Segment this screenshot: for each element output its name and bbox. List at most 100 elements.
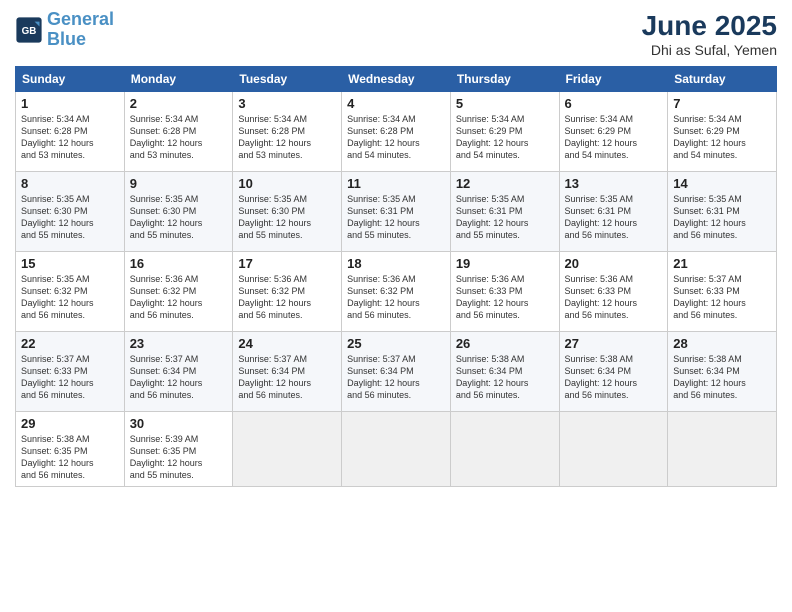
day-info: Sunrise: 5:36 AMSunset: 6:32 PMDaylight:…	[238, 273, 336, 322]
table-row: 3 Sunrise: 5:34 AMSunset: 6:28 PMDaylight…	[233, 92, 342, 172]
day-info: Sunrise: 5:35 AMSunset: 6:31 PMDaylight:…	[565, 193, 663, 242]
day-number: 10	[238, 176, 336, 191]
day-info: Sunrise: 5:34 AMSunset: 6:28 PMDaylight:…	[347, 113, 445, 162]
calendar-week-1: 1 Sunrise: 5:34 AMSunset: 6:28 PMDaylight…	[16, 92, 777, 172]
col-saturday: Saturday	[668, 67, 777, 92]
table-row: 7 Sunrise: 5:34 AMSunset: 6:29 PMDaylight…	[668, 92, 777, 172]
day-info: Sunrise: 5:38 AMSunset: 6:34 PMDaylight:…	[456, 353, 554, 402]
day-number: 4	[347, 96, 445, 111]
day-number: 7	[673, 96, 771, 111]
table-row: 4 Sunrise: 5:34 AMSunset: 6:28 PMDaylight…	[342, 92, 451, 172]
table-row: 24 Sunrise: 5:37 AMSunset: 6:34 PMDayligh…	[233, 332, 342, 412]
table-row: 22 Sunrise: 5:37 AMSunset: 6:33 PMDayligh…	[16, 332, 125, 412]
table-row	[559, 412, 668, 487]
location: Dhi as Sufal, Yemen	[642, 42, 777, 58]
table-row: 8Sunrise: 5:35 AMSunset: 6:30 PMDaylight…	[16, 172, 125, 252]
title-block: June 2025 Dhi as Sufal, Yemen	[642, 10, 777, 58]
table-row: 2 Sunrise: 5:34 AMSunset: 6:28 PMDaylight…	[124, 92, 233, 172]
day-number: 17	[238, 256, 336, 271]
table-row: 20 Sunrise: 5:36 AMSunset: 6:33 PMDayligh…	[559, 252, 668, 332]
calendar-week-5: 29Sunrise: 5:38 AMSunset: 6:35 PMDayligh…	[16, 412, 777, 487]
col-sunday: Sunday	[16, 67, 125, 92]
day-info: Sunrise: 5:37 AMSunset: 6:34 PMDaylight:…	[238, 353, 336, 402]
day-info: Sunrise: 5:34 AMSunset: 6:28 PMDaylight:…	[238, 113, 336, 162]
day-info: Sunrise: 5:35 AMSunset: 6:31 PMDaylight:…	[347, 193, 445, 242]
table-row: 15 Sunrise: 5:35 AMSunset: 6:32 PMDayligh…	[16, 252, 125, 332]
day-number: 20	[565, 256, 663, 271]
table-row: 29Sunrise: 5:38 AMSunset: 6:35 PMDayligh…	[16, 412, 125, 487]
table-row: 12 Sunrise: 5:35 AMSunset: 6:31 PMDayligh…	[450, 172, 559, 252]
table-row: 1 Sunrise: 5:34 AMSunset: 6:28 PMDaylight…	[16, 92, 125, 172]
day-info: Sunrise: 5:34 AMSunset: 6:29 PMDaylight:…	[673, 113, 771, 162]
table-row: 16Sunrise: 5:36 AMSunset: 6:32 PMDayligh…	[124, 252, 233, 332]
table-row: 17 Sunrise: 5:36 AMSunset: 6:32 PMDayligh…	[233, 252, 342, 332]
calendar-table: Sunday Monday Tuesday Wednesday Thursday…	[15, 66, 777, 487]
day-info: Sunrise: 5:37 AMSunset: 6:34 PMDaylight:…	[347, 353, 445, 402]
day-number: 19	[456, 256, 554, 271]
day-number: 24	[238, 336, 336, 351]
calendar-week-4: 22 Sunrise: 5:37 AMSunset: 6:33 PMDayligh…	[16, 332, 777, 412]
day-info: Sunrise: 5:39 AMSunset: 6:35 PMDaylight:…	[130, 433, 228, 482]
day-number: 12	[456, 176, 554, 191]
table-row: 10Sunrise: 5:35 AMSunset: 6:30 PMDayligh…	[233, 172, 342, 252]
day-info: Sunrise: 5:36 AMSunset: 6:33 PMDaylight:…	[565, 273, 663, 322]
day-info: Sunrise: 5:35 AMSunset: 6:31 PMDaylight:…	[456, 193, 554, 242]
calendar-header-row: Sunday Monday Tuesday Wednesday Thursday…	[16, 67, 777, 92]
day-info: Sunrise: 5:37 AMSunset: 6:34 PMDaylight:…	[130, 353, 228, 402]
day-number: 2	[130, 96, 228, 111]
day-number: 13	[565, 176, 663, 191]
logo-blue: Blue	[47, 29, 86, 49]
table-row: 30 Sunrise: 5:39 AMSunset: 6:35 PMDayligh…	[124, 412, 233, 487]
day-info: Sunrise: 5:34 AMSunset: 6:28 PMDaylight:…	[21, 113, 119, 162]
table-row: 25 Sunrise: 5:37 AMSunset: 6:34 PMDayligh…	[342, 332, 451, 412]
logo-general: General	[47, 9, 114, 29]
table-row: 26Sunrise: 5:38 AMSunset: 6:34 PMDayligh…	[450, 332, 559, 412]
day-info: Sunrise: 5:34 AMSunset: 6:28 PMDaylight:…	[130, 113, 228, 162]
month-title: June 2025	[642, 10, 777, 42]
day-info: Sunrise: 5:35 AMSunset: 6:30 PMDaylight:…	[130, 193, 228, 242]
table-row: 18Sunrise: 5:36 AMSunset: 6:32 PMDayligh…	[342, 252, 451, 332]
day-info: Sunrise: 5:37 AMSunset: 6:33 PMDaylight:…	[21, 353, 119, 402]
day-number: 27	[565, 336, 663, 351]
day-info: Sunrise: 5:38 AMSunset: 6:34 PMDaylight:…	[565, 353, 663, 402]
table-row	[342, 412, 451, 487]
table-row	[450, 412, 559, 487]
calendar-week-2: 8Sunrise: 5:35 AMSunset: 6:30 PMDaylight…	[16, 172, 777, 252]
day-number: 6	[565, 96, 663, 111]
col-thursday: Thursday	[450, 67, 559, 92]
day-info: Sunrise: 5:36 AMSunset: 6:33 PMDaylight:…	[456, 273, 554, 322]
day-info: Sunrise: 5:35 AMSunset: 6:32 PMDaylight:…	[21, 273, 119, 322]
table-row: 21 Sunrise: 5:37 AMSunset: 6:33 PMDayligh…	[668, 252, 777, 332]
table-row: 11 Sunrise: 5:35 AMSunset: 6:31 PMDayligh…	[342, 172, 451, 252]
day-number: 15	[21, 256, 119, 271]
table-row: 27 Sunrise: 5:38 AMSunset: 6:34 PMDayligh…	[559, 332, 668, 412]
day-number: 3	[238, 96, 336, 111]
header: GB General Blue June 2025 Dhi as Sufal, …	[15, 10, 777, 58]
svg-text:GB: GB	[22, 26, 37, 37]
day-info: Sunrise: 5:35 AMSunset: 6:31 PMDaylight:…	[673, 193, 771, 242]
day-info: Sunrise: 5:35 AMSunset: 6:30 PMDaylight:…	[21, 193, 119, 242]
col-friday: Friday	[559, 67, 668, 92]
table-row	[233, 412, 342, 487]
day-number: 28	[673, 336, 771, 351]
day-number: 5	[456, 96, 554, 111]
table-row: 23 Sunrise: 5:37 AMSunset: 6:34 PMDayligh…	[124, 332, 233, 412]
day-number: 29	[21, 416, 119, 431]
table-row: 5Sunrise: 5:34 AMSunset: 6:29 PMDaylight…	[450, 92, 559, 172]
day-number: 21	[673, 256, 771, 271]
day-number: 23	[130, 336, 228, 351]
day-info: Sunrise: 5:37 AMSunset: 6:33 PMDaylight:…	[673, 273, 771, 322]
day-number: 22	[21, 336, 119, 351]
day-number: 25	[347, 336, 445, 351]
day-number: 9	[130, 176, 228, 191]
table-row: 19 Sunrise: 5:36 AMSunset: 6:33 PMDayligh…	[450, 252, 559, 332]
col-tuesday: Tuesday	[233, 67, 342, 92]
day-info: Sunrise: 5:36 AMSunset: 6:32 PMDaylight:…	[130, 273, 228, 322]
day-number: 11	[347, 176, 445, 191]
day-number: 1	[21, 96, 119, 111]
day-number: 30	[130, 416, 228, 431]
logo-text: General Blue	[47, 10, 114, 50]
table-row	[668, 412, 777, 487]
table-row: 14Sunrise: 5:35 AMSunset: 6:31 PMDayligh…	[668, 172, 777, 252]
day-info: Sunrise: 5:38 AMSunset: 6:34 PMDaylight:…	[673, 353, 771, 402]
